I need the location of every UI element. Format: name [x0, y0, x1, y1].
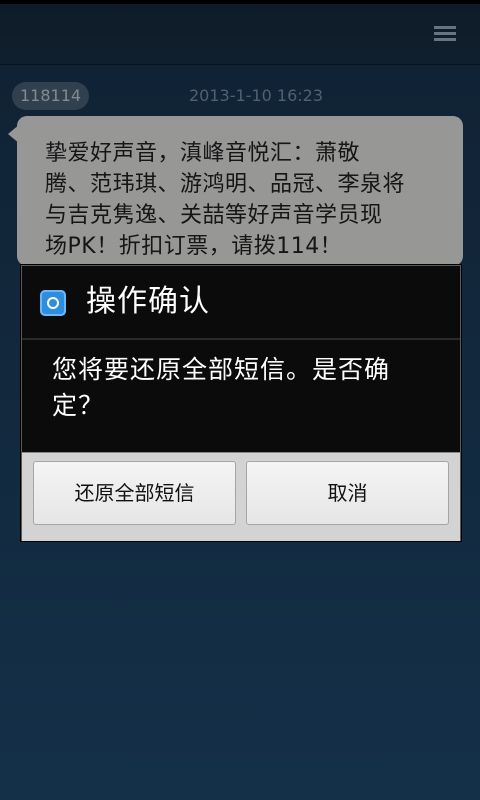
dialog-message: 您将要还原全部短信。是否确 定？	[52, 352, 432, 424]
dialog-button-bar: 还原全部短信 取消	[22, 452, 460, 541]
dialog-header: 操作确认	[22, 266, 460, 340]
confirm-dialog: 操作确认 您将要还原全部短信。是否确 定？ 还原全部短信 取消	[21, 265, 461, 541]
dialog-message-line: 您将要还原全部短信。是否确	[52, 355, 391, 384]
dialog-title: 操作确认	[86, 284, 210, 319]
dialog-message-line: 定？	[52, 391, 105, 420]
restore-all-button[interactable]: 还原全部短信	[33, 461, 236, 525]
restore-icon	[40, 290, 66, 316]
cancel-button[interactable]: 取消	[246, 461, 449, 525]
